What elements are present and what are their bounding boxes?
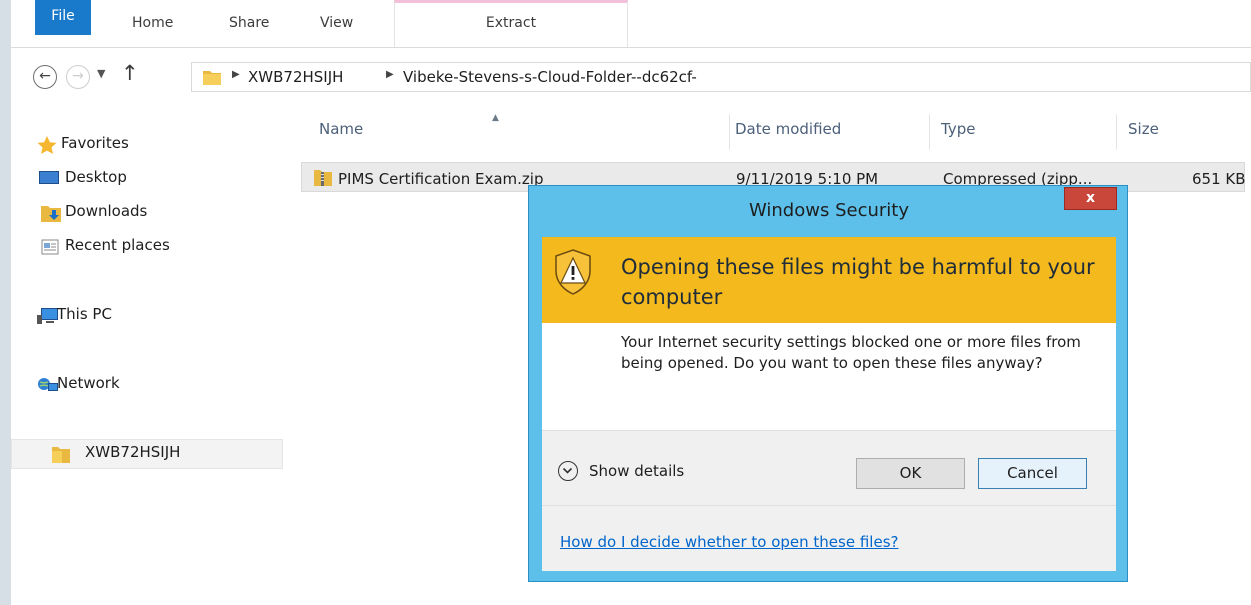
nav-item-recent-places[interactable]: Recent places (11, 233, 283, 261)
file-size: 651 KB (1192, 170, 1246, 188)
column-divider[interactable] (929, 114, 930, 150)
breadcrumb-separator-icon: ▶ (386, 69, 394, 80)
file-name: PIMS Certification Exam.zip (338, 170, 544, 188)
message-area: Your Internet security settings blocked … (542, 323, 1116, 430)
downloads-icon (41, 204, 61, 226)
breadcrumb-item[interactable]: Vibeke-Stevens-s-Cloud-Folder--dc62cf- (403, 68, 697, 86)
button-area: Show details OK Cancel (542, 430, 1116, 506)
up-arrow-icon: ↑ (121, 61, 139, 85)
nav-item-label: Network (57, 374, 120, 392)
security-dialog: Windows Security x Opening these files m… (528, 185, 1128, 582)
nav-item-label: Favorites (61, 134, 129, 152)
breadcrumb-item[interactable]: XWB72HSIJH (248, 68, 343, 86)
close-icon: x (1085, 190, 1096, 206)
nav-item-label: XWB72HSIJH (85, 443, 181, 461)
ribbon: File Home Share View Extract (11, 0, 1251, 48)
ok-button[interactable]: OK (856, 458, 965, 489)
nav-item-label: Recent places (65, 236, 170, 254)
address-bar: ← → ▼ ↑ ▶ XWB72HSIJH ▶ Vibeke-Stevens-s-… (11, 48, 1251, 110)
computer-icon (37, 307, 59, 329)
network-icon (37, 376, 59, 398)
tab-view[interactable]: View (320, 0, 353, 47)
tab-extract[interactable]: Extract (394, 0, 628, 47)
close-button[interactable]: x (1064, 187, 1117, 210)
back-button[interactable]: ← (33, 65, 57, 89)
help-link[interactable]: How do I decide whether to open these fi… (560, 533, 898, 551)
warning-banner: Opening these files might be harmful to … (542, 237, 1116, 323)
chevron-circle-icon (562, 467, 573, 474)
dialog-title: Windows Security (749, 200, 909, 221)
tab-file[interactable]: File (35, 0, 91, 35)
up-button[interactable]: ↑ (121, 61, 139, 85)
shield-warning-icon (553, 249, 593, 299)
recent-locations-button[interactable]: ▼ (97, 67, 105, 80)
column-header-type[interactable]: Type (941, 120, 975, 138)
tab-share[interactable]: Share (229, 0, 269, 47)
chevron-down-icon: ▼ (97, 67, 106, 80)
sort-ascending-icon: ▲ (492, 113, 499, 123)
tab-home[interactable]: Home (132, 0, 173, 47)
recent-places-icon (41, 238, 59, 260)
nav-item-favorites[interactable]: Favorites (11, 131, 283, 159)
nav-item-desktop[interactable]: Desktop (11, 165, 283, 193)
column-header-date[interactable]: Date modified (735, 120, 841, 138)
column-divider[interactable] (1116, 114, 1117, 150)
dialog-message: Your Internet security settings blocked … (621, 333, 1081, 372)
forward-icon: → (72, 68, 84, 84)
desktop-icon (39, 170, 59, 190)
show-details-label[interactable]: Show details (589, 462, 684, 480)
nav-item-label: This PC (57, 305, 112, 323)
nav-item-this-pc[interactable]: This PC (11, 302, 283, 330)
column-divider[interactable] (729, 114, 730, 150)
show-details-toggle[interactable] (558, 461, 578, 481)
zip-folder-icon (314, 168, 332, 190)
nav-item-label: Downloads (65, 202, 148, 220)
star-icon (37, 136, 57, 159)
nav-item-folder[interactable]: XWB72HSIJH (11, 439, 283, 469)
dialog-body: Opening these files might be harmful to … (542, 237, 1116, 571)
cancel-button[interactable]: Cancel (978, 458, 1087, 489)
navigation-pane: Favorites Desktop Downloads Recent place… (11, 110, 283, 605)
back-icon: ← (39, 68, 51, 84)
forward-button[interactable]: → (66, 65, 90, 89)
column-header-size[interactable]: Size (1128, 120, 1159, 138)
folder-icon (52, 445, 70, 467)
nav-item-network[interactable]: Network (11, 371, 283, 399)
nav-item-downloads[interactable]: Downloads (11, 199, 283, 227)
nav-item-label: Desktop (65, 168, 127, 186)
path-box[interactable]: ▶ XWB72HSIJH ▶ Vibeke-Stevens-s-Cloud-Fo… (191, 62, 1251, 92)
column-header-name[interactable]: Name (319, 120, 363, 138)
dialog-heading: Opening these files might be harmful to … (621, 255, 1095, 309)
breadcrumb-separator-icon: ▶ (232, 69, 240, 80)
folder-icon (202, 68, 222, 90)
